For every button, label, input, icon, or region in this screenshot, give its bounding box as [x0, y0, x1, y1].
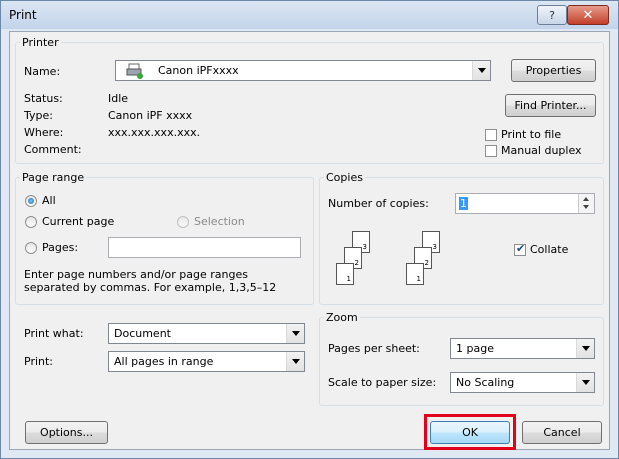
copies-value: 1 — [459, 197, 468, 210]
zoom-group-label: Zoom — [326, 311, 358, 324]
print-label: Print: — [24, 355, 54, 368]
type-value: Canon iPF xxxx — [108, 109, 193, 122]
status-label: Status: — [24, 92, 63, 105]
type-label: Type: — [24, 109, 53, 122]
collate-label: Collate — [530, 243, 569, 256]
close-button[interactable]: ✕ — [567, 5, 609, 25]
page-range-hint-line1: Enter page numbers and/or page ranges — [24, 268, 248, 281]
find-printer-button[interactable]: Find Printer... — [505, 94, 596, 117]
spin-down-icon — [583, 205, 589, 209]
comment-label: Comment: — [24, 143, 82, 156]
chevron-down-icon — [472, 61, 490, 80]
chevron-down-icon — [576, 339, 594, 358]
print-what-label: Print what: — [24, 327, 84, 340]
pages-per-sheet-value: 1 page — [456, 342, 494, 355]
properties-button[interactable]: Properties — [511, 59, 596, 82]
dialog-body: Printer Name: Canon iPFxxxx Properties S… — [9, 31, 610, 450]
print-dialog: Print ? ✕ Printer Name: Canon iPFxxxx Pr… — [0, 0, 619, 459]
print-what-select[interactable]: Document — [108, 323, 305, 344]
pages-label: Pages: — [42, 241, 79, 254]
selection-label: Selection — [194, 215, 245, 228]
pages-input[interactable] — [108, 237, 301, 258]
print-to-file-label: Print to file — [501, 128, 562, 141]
pages-per-sheet-select[interactable]: 1 page — [450, 338, 595, 359]
copies-spinner[interactable] — [578, 194, 594, 213]
all-radio[interactable] — [25, 195, 37, 207]
printer-group-label: Printer — [22, 36, 59, 49]
current-page-radio[interactable] — [25, 216, 37, 228]
copies-input[interactable]: 1 — [455, 193, 595, 214]
pages-per-sheet-label: Pages per sheet: — [328, 342, 420, 355]
where-value: xxx.xxx.xxx.xxx. — [108, 126, 201, 139]
help-icon: ? — [549, 8, 555, 22]
help-button[interactable]: ? — [537, 5, 567, 25]
selection-radio[interactable] — [177, 216, 189, 228]
printer-icon — [126, 63, 144, 82]
printer-name-select[interactable]: Canon iPFxxxx — [115, 60, 491, 81]
manual-duplex-checkbox[interactable] — [485, 145, 497, 157]
manual-duplex-label: Manual duplex — [501, 144, 582, 157]
ok-button[interactable]: OK — [430, 421, 510, 444]
print-what-value: Document — [114, 327, 171, 340]
collate-page-icon: 1 — [406, 263, 424, 285]
copies-group-label: Copies — [326, 171, 363, 184]
collate-checkbox[interactable] — [514, 242, 526, 256]
options-button[interactable]: Options... — [25, 421, 108, 444]
scale-to-paper-size-value: No Scaling — [456, 376, 515, 389]
chevron-down-icon — [576, 373, 594, 392]
dialog-title: Print — [9, 8, 37, 22]
pages-radio[interactable] — [25, 242, 37, 254]
cancel-button[interactable]: Cancel — [522, 421, 602, 444]
collate-page-icon: 1 — [336, 263, 354, 285]
spin-up-icon — [583, 197, 589, 201]
chevron-down-icon — [286, 324, 304, 343]
printer-name-value: Canon iPFxxxx — [158, 64, 239, 77]
current-page-label: Current page — [42, 215, 115, 228]
print-value: All pages in range — [114, 355, 214, 368]
scale-to-paper-size-select[interactable]: No Scaling — [450, 372, 595, 393]
print-to-file-checkbox[interactable] — [485, 129, 497, 141]
title-bar: Print ? ✕ — [1, 1, 618, 29]
page-range-hint-line2: separated by commas. For example, 1,3,5–… — [24, 281, 277, 294]
scale-to-paper-size-label: Scale to paper size: — [328, 376, 437, 389]
number-of-copies-label: Number of copies: — [328, 197, 429, 210]
where-label: Where: — [24, 126, 64, 139]
page-range-group-label: Page range — [22, 171, 85, 184]
all-label: All — [42, 194, 56, 207]
chevron-down-icon — [286, 352, 304, 371]
status-value: Idle — [108, 92, 129, 105]
name-label: Name: — [24, 65, 61, 78]
close-icon: ✕ — [582, 7, 594, 23]
print-select[interactable]: All pages in range — [108, 351, 305, 372]
